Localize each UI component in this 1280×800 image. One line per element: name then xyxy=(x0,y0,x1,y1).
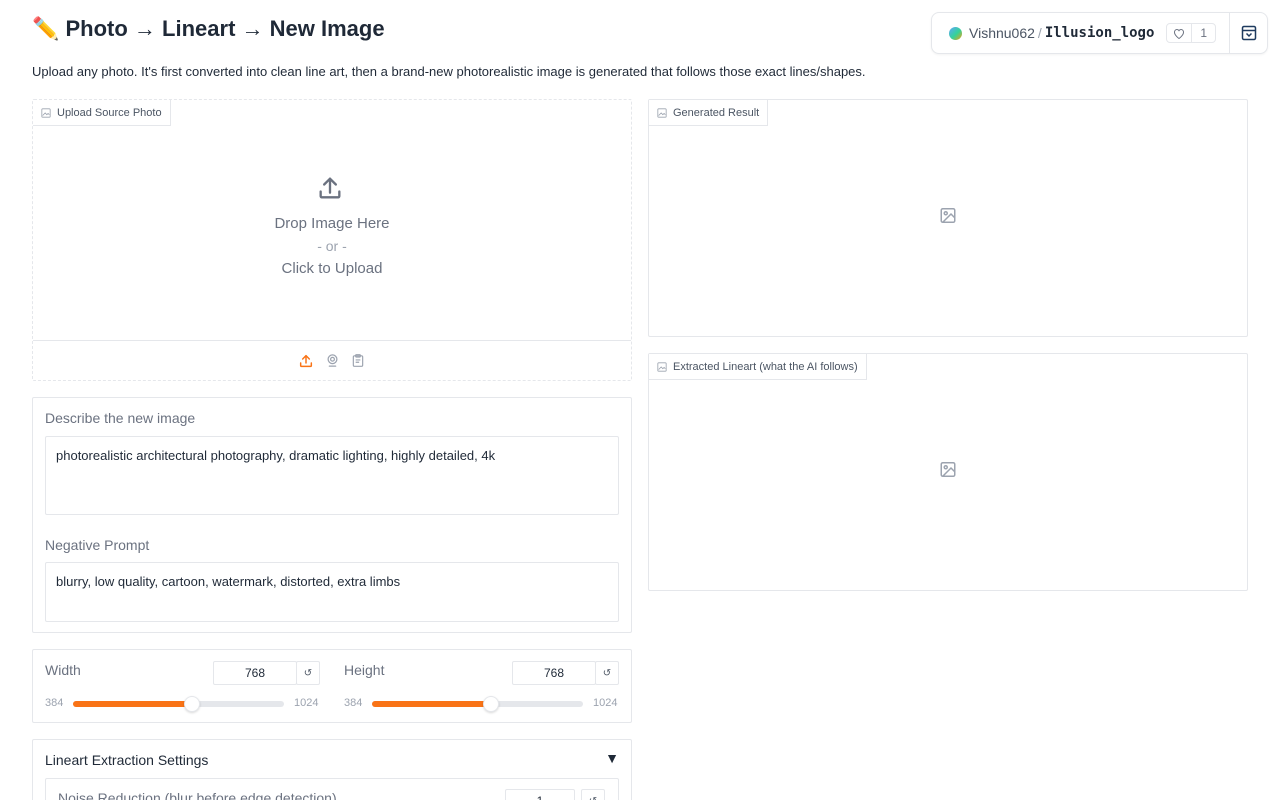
height-reset-button[interactable]: ↺ xyxy=(595,661,619,685)
heart-icon xyxy=(1167,24,1193,42)
space-avatar xyxy=(949,26,962,40)
space-name[interactable]: Illusion_logo xyxy=(1045,25,1155,41)
webcam-icon[interactable] xyxy=(324,353,340,369)
space-badge[interactable]: Vishnu062 / Illusion_logo 1 xyxy=(931,12,1268,54)
image-icon xyxy=(657,107,667,118)
page-title: ✏️ Photo → Lineart → New Image xyxy=(32,16,385,41)
page-description: Upload any photo. It's first converted i… xyxy=(32,64,866,79)
width-reset-button[interactable]: ↺ xyxy=(296,661,320,685)
upload-dropzone[interactable]: Drop Image Here - or - Click to Upload xyxy=(33,100,631,340)
collapse-icon xyxy=(1241,25,1256,41)
space-owner[interactable]: Vishnu062 xyxy=(969,25,1035,41)
or-text: - or - xyxy=(317,238,347,254)
image-icon xyxy=(41,107,51,118)
like-count: 1 xyxy=(1200,26,1208,40)
height-number-input[interactable]: 768 xyxy=(512,661,596,685)
height-slider-track[interactable] xyxy=(372,696,583,712)
height-slider-thumb[interactable] xyxy=(482,696,499,712)
size-sliders-group: Width 768 ↺ 384 1024 Height 768 ↺ 384 10… xyxy=(32,649,632,723)
width-slider-unit: Width 768 ↺ 384 1024 xyxy=(33,650,332,722)
generated-result-panel: Generated Result xyxy=(648,99,1248,337)
extracted-lineart-label: Extracted Lineart (what the AI follows) xyxy=(649,354,867,380)
width-slider-track[interactable] xyxy=(73,696,284,712)
height-max: 1024 xyxy=(593,697,618,709)
height-slider-fill xyxy=(372,701,491,707)
width-label: Width xyxy=(45,662,81,678)
drop-image-text: Drop Image Here xyxy=(274,215,390,232)
clipboard-icon[interactable] xyxy=(350,353,366,369)
upload-label: Upload Source Photo xyxy=(33,100,171,126)
width-max: 1024 xyxy=(294,697,319,709)
upload-toolbar xyxy=(33,340,631,380)
noise-reduction-input[interactable]: 1 xyxy=(505,789,575,800)
image-placeholder-icon xyxy=(939,207,957,230)
extracted-lineart-panel: Extracted Lineart (what the AI follows) xyxy=(648,353,1248,591)
image-icon xyxy=(657,361,667,372)
upload-source-photo[interactable]: Drop Image Here - or - Click to Upload U… xyxy=(32,99,632,381)
space-separator: / xyxy=(1037,25,1042,41)
noise-reduction-reset-button[interactable]: ↺ xyxy=(581,789,605,800)
height-min: 384 xyxy=(344,697,363,709)
height-label: Height xyxy=(344,662,385,678)
lineart-settings-accordion[interactable]: Lineart Extraction Settings ▼ Noise Redu… xyxy=(32,739,632,800)
prompt-label: Describe the new image xyxy=(45,410,196,426)
upload-label-text: Upload Source Photo xyxy=(57,106,162,119)
generated-result-label-text: Generated Result xyxy=(673,106,760,119)
like-button[interactable]: 1 xyxy=(1166,23,1217,43)
width-number-input[interactable]: 768 xyxy=(213,661,297,685)
negative-prompt-label: Negative Prompt xyxy=(45,537,150,553)
width-slider-fill xyxy=(73,701,192,707)
negative-prompt-textarea[interactable]: blurry, low quality, cartoon, watermark,… xyxy=(45,562,619,622)
height-slider-unit: Height 768 ↺ 384 1024 xyxy=(332,650,631,722)
image-placeholder-icon xyxy=(939,461,957,484)
accordion-toggle-icon[interactable]: ▼ xyxy=(605,750,619,766)
upload-icon[interactable] xyxy=(298,353,314,369)
noise-reduction-control: Noise Reduction (blur before edge detect… xyxy=(45,778,619,800)
click-to-upload-text: Click to Upload xyxy=(281,260,383,277)
upload-large-icon xyxy=(316,174,344,207)
width-min: 384 xyxy=(45,697,64,709)
prompt-textarea[interactable]: photorealistic architectural photography… xyxy=(45,436,619,515)
extracted-lineart-label-text: Extracted Lineart (what the AI follows) xyxy=(673,360,858,373)
prompt-group: Describe the new image photorealistic ar… xyxy=(32,397,632,633)
noise-reduction-label: Noise Reduction (blur before edge detect… xyxy=(58,790,337,800)
generated-result-label: Generated Result xyxy=(649,100,769,126)
width-slider-thumb[interactable] xyxy=(183,696,200,712)
collapse-button[interactable] xyxy=(1229,13,1267,53)
accordion-title[interactable]: Lineart Extraction Settings xyxy=(45,752,208,768)
